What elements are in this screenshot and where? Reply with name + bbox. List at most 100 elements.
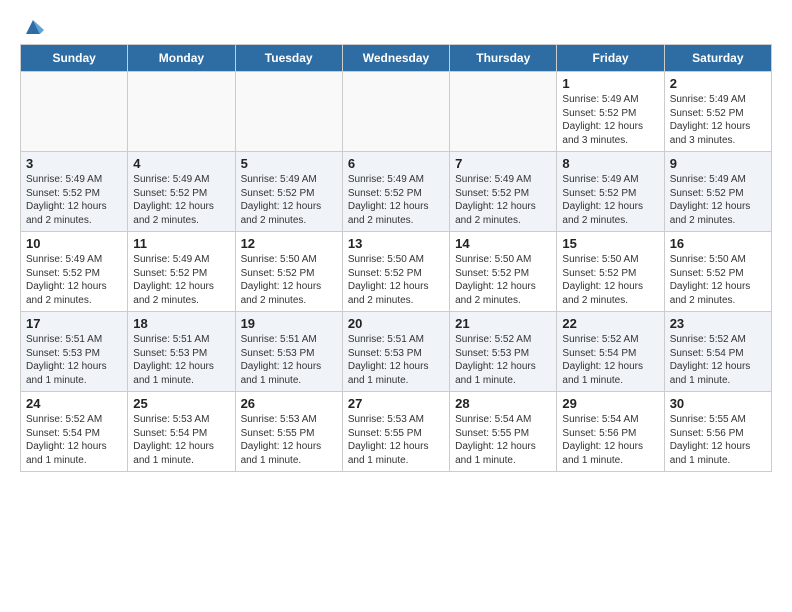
calendar-day-cell: 8 Sunrise: 5:49 AMSunset: 5:52 PMDaylight…: [557, 152, 664, 232]
day-number: 15: [562, 236, 659, 251]
day-info: Sunrise: 5:51 AMSunset: 5:53 PMDaylight:…: [348, 333, 445, 387]
calendar-day-cell: 28Sunrise: 5:54 AMSunset: 5:55 PMDayligh…: [450, 392, 557, 472]
day-info: Sunrise: 5:51 AMSunset: 5:53 PMDaylight:…: [241, 333, 338, 387]
day-number: 27: [348, 396, 445, 411]
day-info: Sunrise: 5:50 AMSunset: 5:52 PMDaylight:…: [670, 253, 767, 307]
calendar-day-cell: 15 Sunrise: 5:50 AMSunset: 5:52 PMDayligh…: [557, 232, 664, 312]
day-number: 13: [348, 236, 445, 251]
calendar-day-cell: [450, 72, 557, 152]
calendar-day-cell: 5Sunrise: 5:49 AMSunset: 5:52 PMDaylight…: [235, 152, 342, 232]
calendar-week-row: 10 Sunrise: 5:49 AMSunset: 5:52 PMDayligh…: [21, 232, 772, 312]
logo-icon: [22, 16, 44, 38]
calendar-day-cell: 24 Sunrise: 5:52 AMSunset: 5:54 PMDayligh…: [21, 392, 128, 472]
day-number: 2: [670, 76, 767, 91]
day-info: Sunrise: 5:52 AMSunset: 5:54 PMDaylight:…: [670, 333, 767, 387]
calendar-day-cell: 4 Sunrise: 5:49 AMSunset: 5:52 PMDaylight…: [128, 152, 235, 232]
day-number: 21: [455, 316, 552, 331]
day-info: Sunrise: 5:52 AMSunset: 5:53 PMDaylight:…: [455, 333, 552, 387]
day-info: Sunrise: 5:53 AMSunset: 5:55 PMDaylight:…: [241, 413, 338, 467]
calendar-day-cell: 27Sunrise: 5:53 AMSunset: 5:55 PMDayligh…: [342, 392, 449, 472]
header: [20, 16, 772, 34]
day-info: Sunrise: 5:49 AMSunset: 5:52 PMDaylight:…: [133, 253, 230, 307]
calendar-day-cell: 12 Sunrise: 5:50 AMSunset: 5:52 PMDayligh…: [235, 232, 342, 312]
day-number: 14: [455, 236, 552, 251]
logo-text: [20, 16, 44, 34]
day-info: Sunrise: 5:49 AMSunset: 5:52 PMDaylight:…: [670, 173, 767, 227]
calendar-day-cell: 1 Sunrise: 5:49 AMSunset: 5:52 PMDaylight…: [557, 72, 664, 152]
calendar-day-cell: [235, 72, 342, 152]
calendar-day-cell: [128, 72, 235, 152]
calendar-day-header: Sunday: [21, 45, 128, 72]
logo: [20, 16, 44, 34]
calendar-week-row: 3 Sunrise: 5:49 AMSunset: 5:52 PMDaylight…: [21, 152, 772, 232]
day-number: 18: [133, 316, 230, 331]
calendar-day-cell: 19 Sunrise: 5:51 AMSunset: 5:53 PMDayligh…: [235, 312, 342, 392]
calendar-day-cell: [342, 72, 449, 152]
day-number: 11: [133, 236, 230, 251]
day-number: 7: [455, 156, 552, 171]
day-number: 5: [241, 156, 338, 171]
day-number: 1: [562, 76, 659, 91]
day-number: 29: [562, 396, 659, 411]
day-info: Sunrise: 5:49 AMSunset: 5:52 PMDaylight:…: [562, 93, 659, 147]
calendar-day-header: Wednesday: [342, 45, 449, 72]
day-info: Sunrise: 5:49 AMSunset: 5:52 PMDaylight:…: [26, 173, 123, 227]
calendar-day-cell: 2Sunrise: 5:49 AMSunset: 5:52 PMDaylight…: [664, 72, 771, 152]
day-info: Sunrise: 5:50 AMSunset: 5:52 PMDaylight:…: [241, 253, 338, 307]
day-number: 6: [348, 156, 445, 171]
day-info: Sunrise: 5:49 AMSunset: 5:52 PMDaylight:…: [455, 173, 552, 227]
calendar-day-cell: 30 Sunrise: 5:55 AMSunset: 5:56 PMDayligh…: [664, 392, 771, 472]
calendar-day-cell: 11 Sunrise: 5:49 AMSunset: 5:52 PMDayligh…: [128, 232, 235, 312]
day-info: Sunrise: 5:50 AMSunset: 5:52 PMDaylight:…: [348, 253, 445, 307]
day-info: Sunrise: 5:51 AMSunset: 5:53 PMDaylight:…: [133, 333, 230, 387]
day-info: Sunrise: 5:55 AMSunset: 5:56 PMDaylight:…: [670, 413, 767, 467]
day-number: 3: [26, 156, 123, 171]
calendar-week-row: 17 Sunrise: 5:51 AMSunset: 5:53 PMDayligh…: [21, 312, 772, 392]
day-number: 30: [670, 396, 767, 411]
day-info: Sunrise: 5:49 AMSunset: 5:52 PMDaylight:…: [133, 173, 230, 227]
calendar-day-header: Saturday: [664, 45, 771, 72]
calendar-day-cell: 16 Sunrise: 5:50 AMSunset: 5:52 PMDayligh…: [664, 232, 771, 312]
day-info: Sunrise: 5:50 AMSunset: 5:52 PMDaylight:…: [455, 253, 552, 307]
calendar-day-cell: 25 Sunrise: 5:53 AMSunset: 5:54 PMDayligh…: [128, 392, 235, 472]
calendar-day-cell: 29Sunrise: 5:54 AMSunset: 5:56 PMDayligh…: [557, 392, 664, 472]
day-number: 12: [241, 236, 338, 251]
day-number: 4: [133, 156, 230, 171]
calendar-day-cell: 6 Sunrise: 5:49 AMSunset: 5:52 PMDaylight…: [342, 152, 449, 232]
day-number: 25: [133, 396, 230, 411]
day-number: 23: [670, 316, 767, 331]
calendar-day-header: Friday: [557, 45, 664, 72]
calendar-week-row: 1 Sunrise: 5:49 AMSunset: 5:52 PMDaylight…: [21, 72, 772, 152]
day-info: Sunrise: 5:54 AMSunset: 5:55 PMDaylight:…: [455, 413, 552, 467]
day-number: 8: [562, 156, 659, 171]
day-info: Sunrise: 5:50 AMSunset: 5:52 PMDaylight:…: [562, 253, 659, 307]
calendar-day-cell: 26Sunrise: 5:53 AMSunset: 5:55 PMDayligh…: [235, 392, 342, 472]
day-info: Sunrise: 5:52 AMSunset: 5:54 PMDaylight:…: [26, 413, 123, 467]
calendar-day-cell: 17 Sunrise: 5:51 AMSunset: 5:53 PMDayligh…: [21, 312, 128, 392]
day-number: 17: [26, 316, 123, 331]
day-info: Sunrise: 5:51 AMSunset: 5:53 PMDaylight:…: [26, 333, 123, 387]
calendar-day-header: Tuesday: [235, 45, 342, 72]
calendar-day-header: Monday: [128, 45, 235, 72]
day-info: Sunrise: 5:49 AMSunset: 5:52 PMDaylight:…: [562, 173, 659, 227]
calendar-day-cell: 9 Sunrise: 5:49 AMSunset: 5:52 PMDaylight…: [664, 152, 771, 232]
day-number: 24: [26, 396, 123, 411]
calendar-day-cell: 14 Sunrise: 5:50 AMSunset: 5:52 PMDayligh…: [450, 232, 557, 312]
calendar-table: SundayMondayTuesdayWednesdayThursdayFrid…: [20, 44, 772, 472]
day-number: 9: [670, 156, 767, 171]
day-number: 19: [241, 316, 338, 331]
day-number: 10: [26, 236, 123, 251]
calendar-day-cell: 7 Sunrise: 5:49 AMSunset: 5:52 PMDaylight…: [450, 152, 557, 232]
day-number: 22: [562, 316, 659, 331]
calendar-header-row: SundayMondayTuesdayWednesdayThursdayFrid…: [21, 45, 772, 72]
day-number: 16: [670, 236, 767, 251]
day-info: Sunrise: 5:49 AMSunset: 5:52 PMDaylight:…: [26, 253, 123, 307]
calendar-day-cell: 13 Sunrise: 5:50 AMSunset: 5:52 PMDayligh…: [342, 232, 449, 312]
calendar-day-cell: [21, 72, 128, 152]
calendar-day-cell: 18 Sunrise: 5:51 AMSunset: 5:53 PMDayligh…: [128, 312, 235, 392]
day-info: Sunrise: 5:49 AMSunset: 5:52 PMDaylight:…: [348, 173, 445, 227]
day-info: Sunrise: 5:52 AMSunset: 5:54 PMDaylight:…: [562, 333, 659, 387]
day-info: Sunrise: 5:53 AMSunset: 5:54 PMDaylight:…: [133, 413, 230, 467]
calendar-day-cell: 3 Sunrise: 5:49 AMSunset: 5:52 PMDaylight…: [21, 152, 128, 232]
calendar-day-cell: 22 Sunrise: 5:52 AMSunset: 5:54 PMDayligh…: [557, 312, 664, 392]
